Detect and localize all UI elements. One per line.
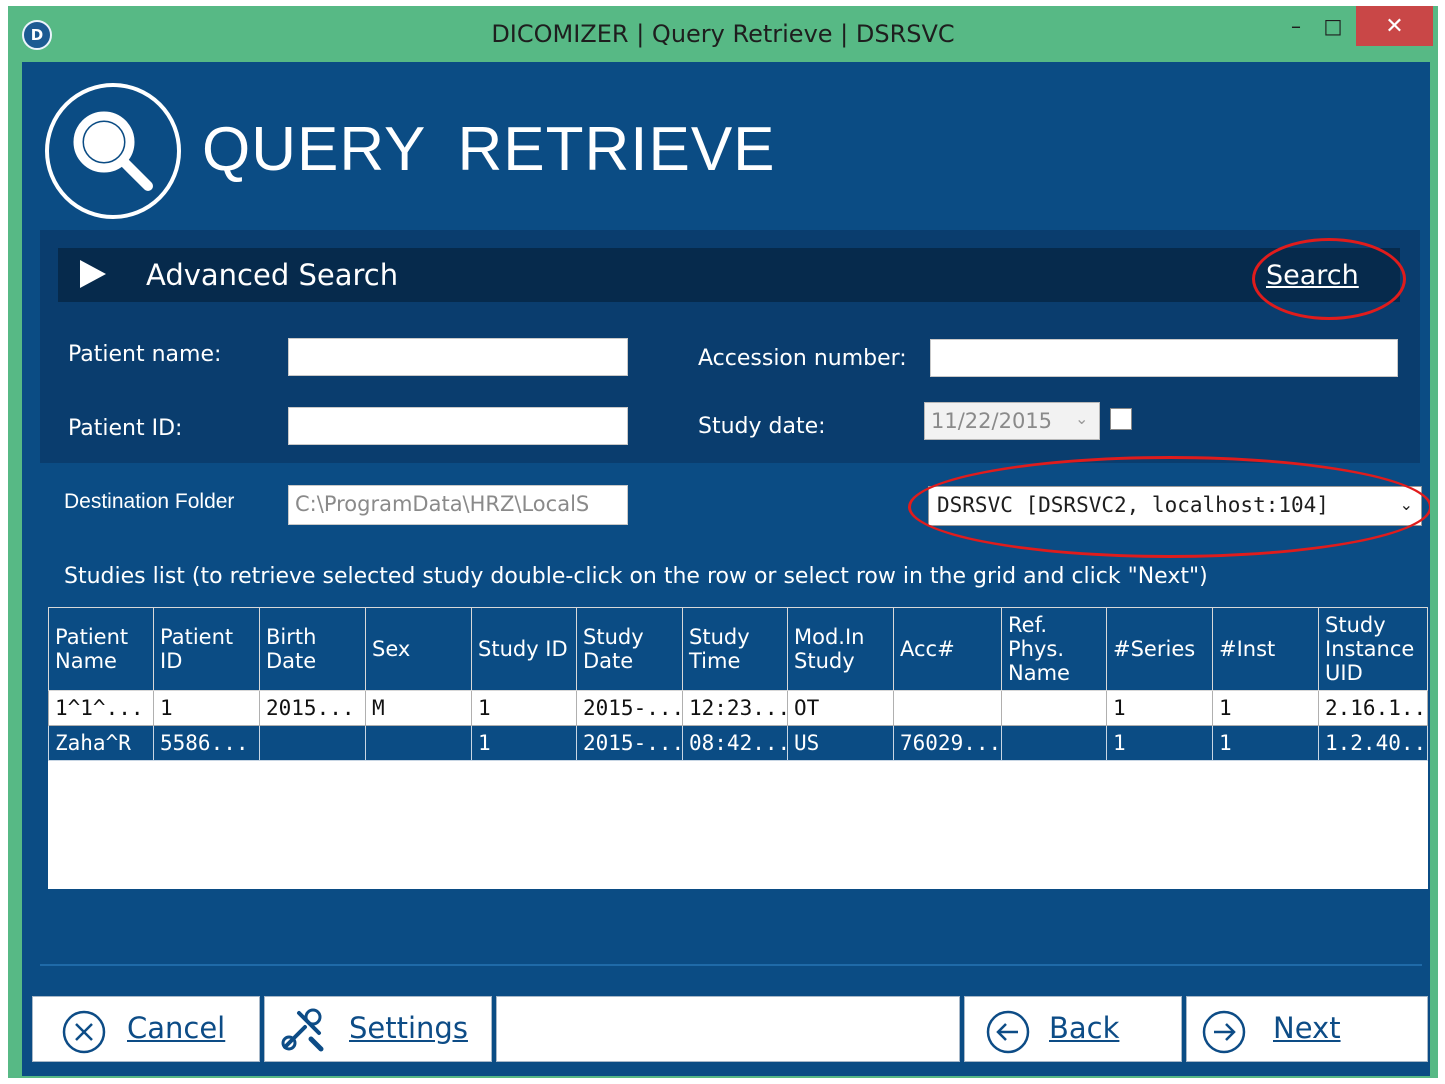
arrow-right-icon	[1202, 1010, 1246, 1054]
cancel-button[interactable]: Cancel	[32, 996, 260, 1062]
accession-number-label: Accession number:	[698, 346, 907, 371]
chevron-down-icon[interactable]: ⌄	[1400, 495, 1413, 514]
table-cell: Zaha^R	[48, 725, 154, 761]
arrow-left-icon	[986, 1010, 1030, 1054]
study-date-picker[interactable]: 11/22/2015 ⌄	[924, 402, 1100, 440]
study-date-label: Study date:	[698, 414, 826, 439]
magnifier-icon	[45, 83, 181, 219]
expand-arrow-icon[interactable]	[80, 260, 106, 288]
app-window: D DICOMIZER | Query Retrieve | DSRSVC – …	[8, 6, 1438, 1078]
table-cell	[365, 725, 472, 761]
accession-number-input[interactable]	[930, 339, 1398, 377]
column-header[interactable]: Birth Date	[259, 607, 366, 691]
next-label: Next	[1273, 1011, 1341, 1045]
main-content: QUERY RETRIEVE Advanced Search Search Pa…	[22, 62, 1430, 1076]
advanced-search-bar[interactable]: Advanced Search	[58, 248, 1400, 302]
empty-toolbar-slot	[496, 996, 960, 1062]
table-cell	[1001, 725, 1107, 761]
column-header[interactable]: Patient Name	[48, 607, 154, 691]
studies-table: Patient Name Patient ID Birth Date Sex S…	[48, 607, 1428, 761]
table-row-selected[interactable]: Zaha^R 5586... 1 2015-... 08:42... US 76…	[48, 725, 1428, 761]
table-cell: 2015-...	[576, 725, 683, 761]
patient-name-input[interactable]	[288, 338, 628, 376]
settings-label: Settings	[349, 1011, 468, 1045]
column-header[interactable]: Acc#	[893, 607, 1002, 691]
column-header[interactable]: Study Time	[682, 607, 788, 691]
title-bar[interactable]: D DICOMIZER | Query Retrieve | DSRSVC – …	[8, 6, 1438, 64]
table-cell	[259, 725, 366, 761]
window-title: DICOMIZER | Query Retrieve | DSRSVC	[491, 20, 955, 48]
search-link[interactable]: Search	[1266, 260, 1359, 291]
patient-id-input[interactable]	[288, 407, 628, 445]
settings-button[interactable]: Settings	[264, 996, 492, 1062]
server-select-value: DSRSVC [DSRSVC2, localhost:104]	[937, 493, 1329, 517]
column-header[interactable]: #Series	[1106, 607, 1213, 691]
table-cell: 08:42...	[682, 725, 788, 761]
patient-name-label: Patient name:	[68, 342, 222, 367]
table-row[interactable]: 1^1^... 1 2015... M 1 2015-... 12:23... …	[48, 690, 1428, 726]
study-date-checkbox[interactable]	[1110, 408, 1132, 430]
table-header-row: Patient Name Patient ID Birth Date Sex S…	[48, 607, 1428, 691]
studies-grid[interactable]: Patient Name Patient ID Birth Date Sex S…	[48, 607, 1428, 889]
table-cell: 2015-...	[576, 690, 683, 726]
bottom-toolbar: Cancel Settings Back Next	[32, 996, 1428, 1062]
column-header[interactable]: Mod.In Study	[787, 607, 894, 691]
column-header[interactable]: Study Date	[576, 607, 683, 691]
column-header[interactable]: Study Instance UID	[1318, 607, 1428, 691]
table-cell: 2.16.1...	[1318, 690, 1428, 726]
table-cell: M	[365, 690, 472, 726]
table-cell: OT	[787, 690, 894, 726]
table-cell: 2015...	[259, 690, 366, 726]
cancel-label: Cancel	[127, 1011, 226, 1045]
column-header[interactable]: Study ID	[471, 607, 577, 691]
table-cell	[1001, 690, 1107, 726]
back-button[interactable]: Back	[964, 996, 1182, 1062]
divider	[40, 964, 1422, 966]
table-cell: 1	[1106, 725, 1213, 761]
table-cell: 12:23...	[682, 690, 788, 726]
table-cell: 1	[1106, 690, 1213, 726]
destination-folder-label: Destination Folder	[64, 490, 235, 513]
server-select[interactable]: DSRSVC [DSRSVC2, localhost:104] ⌄	[928, 486, 1422, 526]
destination-folder-input[interactable]: C:\ProgramData\HRZ\LocalS	[288, 485, 628, 525]
cancel-icon	[62, 1010, 106, 1054]
studies-list-caption: Studies list (to retrieve selected study…	[64, 564, 1208, 589]
table-cell: 1	[1212, 690, 1319, 726]
table-cell: 1	[471, 725, 577, 761]
close-button[interactable]: ✕	[1356, 6, 1433, 46]
study-date-value: 11/22/2015	[931, 409, 1053, 433]
table-cell: 5586...	[153, 725, 260, 761]
table-cell	[893, 690, 1002, 726]
table-cell: US	[787, 725, 894, 761]
maximize-button[interactable]: □	[1313, 6, 1353, 46]
table-cell: 76029...	[893, 725, 1002, 761]
back-label: Back	[1049, 1011, 1120, 1045]
table-cell: 1	[153, 690, 260, 726]
advanced-search-label: Advanced Search	[146, 258, 399, 292]
column-header[interactable]: Patient ID	[153, 607, 260, 691]
chevron-down-icon[interactable]: ⌄	[1075, 409, 1088, 428]
table-cell: 1	[1212, 725, 1319, 761]
minimize-button[interactable]: –	[1276, 6, 1316, 46]
table-cell: 1^1^...	[48, 690, 154, 726]
table-cell: 1	[471, 690, 577, 726]
tools-icon	[281, 1008, 324, 1052]
table-cell: 1.2.40...	[1318, 725, 1428, 761]
patient-id-label: Patient ID:	[68, 416, 183, 441]
column-header[interactable]: Sex	[365, 607, 472, 691]
next-button[interactable]: Next	[1186, 996, 1428, 1062]
column-header[interactable]: Ref. Phys. Name	[1001, 607, 1107, 691]
column-header[interactable]: #Inst	[1212, 607, 1319, 691]
page-title: QUERY RETRIEVE	[202, 115, 776, 184]
